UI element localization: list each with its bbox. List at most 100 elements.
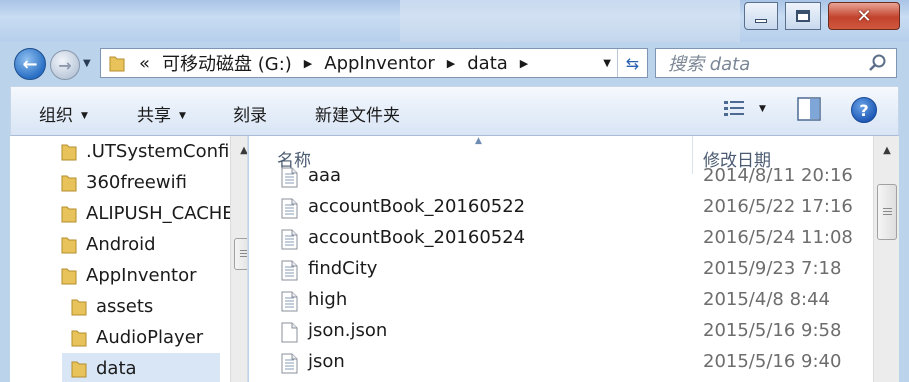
search-input[interactable]: 搜索 data xyxy=(655,48,897,78)
chevron-down-icon: ▼ xyxy=(81,111,88,121)
scroll-up-icon[interactable]: ▲ xyxy=(231,140,247,160)
nav-tree-item[interactable]: assets xyxy=(70,291,220,321)
folder-icon xyxy=(61,237,77,254)
grip-icon xyxy=(239,250,247,258)
file-row[interactable]: accountBook_20160522 2016/5/22 17:16 xyxy=(249,193,873,224)
nav-tree-label: ALIPUSH_CACHE xyxy=(86,202,234,224)
file-row[interactable]: accountBook_20160524 2016/5/24 11:08 xyxy=(249,224,873,255)
scroll-thumb[interactable] xyxy=(877,184,897,240)
nav-tree-label: assets xyxy=(96,295,154,317)
breadcrumb-appinventor[interactable]: AppInventor xyxy=(324,53,435,74)
file-list: ▲ 名称 修改日期 aaa 2014/8/11 20:16 accountBook_… xyxy=(249,136,873,382)
file-date-modified: 2014/8/11 20:16 xyxy=(703,165,853,186)
preview-pane-icon[interactable] xyxy=(797,97,821,121)
breadcrumb-overflow[interactable]: « xyxy=(139,53,150,74)
search-placeholder: 搜索 data xyxy=(668,54,751,75)
file-name: json xyxy=(308,351,345,372)
nav-tree-item[interactable]: Android xyxy=(60,229,220,259)
burn-label: 刻录 xyxy=(233,106,267,126)
title-bar: ✕ xyxy=(0,0,909,42)
text-file-icon xyxy=(281,291,298,312)
blank-file-icon xyxy=(281,322,298,343)
breadcrumb-separator-icon[interactable]: ▶ xyxy=(304,57,312,70)
nav-tree-item[interactable]: AppInventor xyxy=(60,260,220,290)
share-button[interactable]: 共享 ▼ xyxy=(137,101,186,126)
file-date-modified: 2015/9/23 7:18 xyxy=(703,258,842,279)
file-row[interactable]: json.json 2015/5/16 9:58 xyxy=(249,317,873,348)
refresh-button[interactable]: ⇆ xyxy=(617,49,647,77)
scroll-thumb[interactable] xyxy=(234,238,247,270)
view-dropdown-icon[interactable]: ▼ xyxy=(759,104,766,114)
nav-tree-label: AppInventor xyxy=(86,264,197,286)
file-list-scrollbar[interactable]: ▲ xyxy=(873,136,899,382)
close-button[interactable]: ✕ xyxy=(828,2,900,30)
folder-icon xyxy=(71,299,87,316)
navigation-bar: ← → ▼ « 可移动磁盘 (G:) ▶ AppInventor ▶ data … xyxy=(0,42,909,84)
forward-button[interactable]: → xyxy=(50,50,80,80)
nav-tree-label: 360freewifi xyxy=(86,171,187,193)
view-options-icon[interactable] xyxy=(723,99,745,119)
folder-icon xyxy=(109,56,125,72)
address-bar[interactable]: « 可移动磁盘 (G:) ▶ AppInventor ▶ data ▶ ▼ ⇆ xyxy=(100,48,648,78)
nav-tree-item[interactable]: AudioPlayer xyxy=(70,322,220,352)
nav-tree-label: Android xyxy=(86,233,156,255)
nav-pane-scrollbar[interactable]: ▲ xyxy=(230,136,247,382)
file-name: high xyxy=(308,289,348,310)
nav-tree-label: AudioPlayer xyxy=(96,326,204,348)
organize-button[interactable]: 组织 ▼ xyxy=(39,101,88,126)
nav-tree-item[interactable]: .UTSystemConfig xyxy=(60,136,241,166)
folder-icon xyxy=(61,206,77,223)
text-file-icon xyxy=(281,198,298,219)
burn-button[interactable]: 刻录 xyxy=(233,101,267,126)
file-row[interactable]: findCity 2015/9/23 7:18 xyxy=(249,255,873,286)
file-row[interactable]: aaa 2014/8/11 20:16 xyxy=(249,162,873,193)
share-label: 共享 xyxy=(137,106,171,126)
search-icon[interactable] xyxy=(868,53,888,73)
breadcrumb: « 可移动磁盘 (G:) ▶ AppInventor ▶ data ▶ xyxy=(139,50,540,76)
recent-pages-dropdown[interactable]: ▼ xyxy=(83,58,91,69)
address-dropdown-icon[interactable]: ▼ xyxy=(603,58,611,69)
close-icon: ✕ xyxy=(856,5,872,27)
text-file-icon xyxy=(281,260,298,281)
file-row[interactable]: json 2015/5/16 9:40 xyxy=(249,348,873,379)
text-file-icon xyxy=(281,353,298,374)
organize-label: 组织 xyxy=(39,106,73,126)
folder-icon xyxy=(71,361,87,378)
maximize-icon xyxy=(796,10,810,22)
breadcrumb-drive[interactable]: 可移动磁盘 (G:) xyxy=(162,50,292,76)
breadcrumb-separator-icon[interactable]: ▶ xyxy=(447,57,455,70)
chevron-down-icon: ▼ xyxy=(179,111,186,121)
file-name: json.json xyxy=(308,320,388,341)
new-folder-button[interactable]: 新建文件夹 xyxy=(315,101,400,126)
file-row[interactable]: high 2015/4/8 8:44 xyxy=(249,286,873,317)
text-file-icon xyxy=(281,229,298,250)
minimize-icon xyxy=(755,19,767,23)
folder-icon xyxy=(61,175,77,192)
nav-tree-item[interactable]: 360freewifi xyxy=(60,167,220,197)
file-name: accountBook_20160524 xyxy=(308,227,526,248)
breadcrumb-data[interactable]: data xyxy=(467,53,508,74)
file-date-modified: 2015/4/8 8:44 xyxy=(703,289,830,310)
file-date-modified: 2016/5/24 11:08 xyxy=(703,227,853,248)
folder-icon xyxy=(61,144,77,161)
nav-tree-item[interactable]: data xyxy=(62,353,220,382)
file-name: findCity xyxy=(308,258,378,279)
grip-icon xyxy=(882,208,892,216)
nav-tree-item[interactable]: ALIPUSH_CACHE xyxy=(60,198,234,228)
minimize-button[interactable] xyxy=(744,2,778,30)
file-date-modified: 2016/5/22 17:16 xyxy=(703,196,853,217)
navigation-pane: .UTSystemConfig 360freewifi ALIPUSH_CACHE A… xyxy=(10,136,248,382)
breadcrumb-separator-icon[interactable]: ▶ xyxy=(520,57,528,70)
sort-ascending-icon: ▲ xyxy=(475,136,482,146)
new-folder-label: 新建文件夹 xyxy=(315,106,400,126)
scroll-up-icon[interactable]: ▲ xyxy=(874,140,900,160)
text-file-icon xyxy=(281,167,298,188)
folder-icon xyxy=(71,330,87,347)
nav-tree-label: data xyxy=(96,357,137,379)
command-bar: 组织 ▼ 共享 ▼ 刻录 新建文件夹 ▼ ? xyxy=(10,86,899,136)
back-button[interactable]: ← xyxy=(14,48,46,80)
background-window xyxy=(400,0,740,42)
back-arrow-icon: ← xyxy=(22,53,38,75)
maximize-button[interactable] xyxy=(785,2,821,30)
help-icon[interactable]: ? xyxy=(851,97,877,123)
